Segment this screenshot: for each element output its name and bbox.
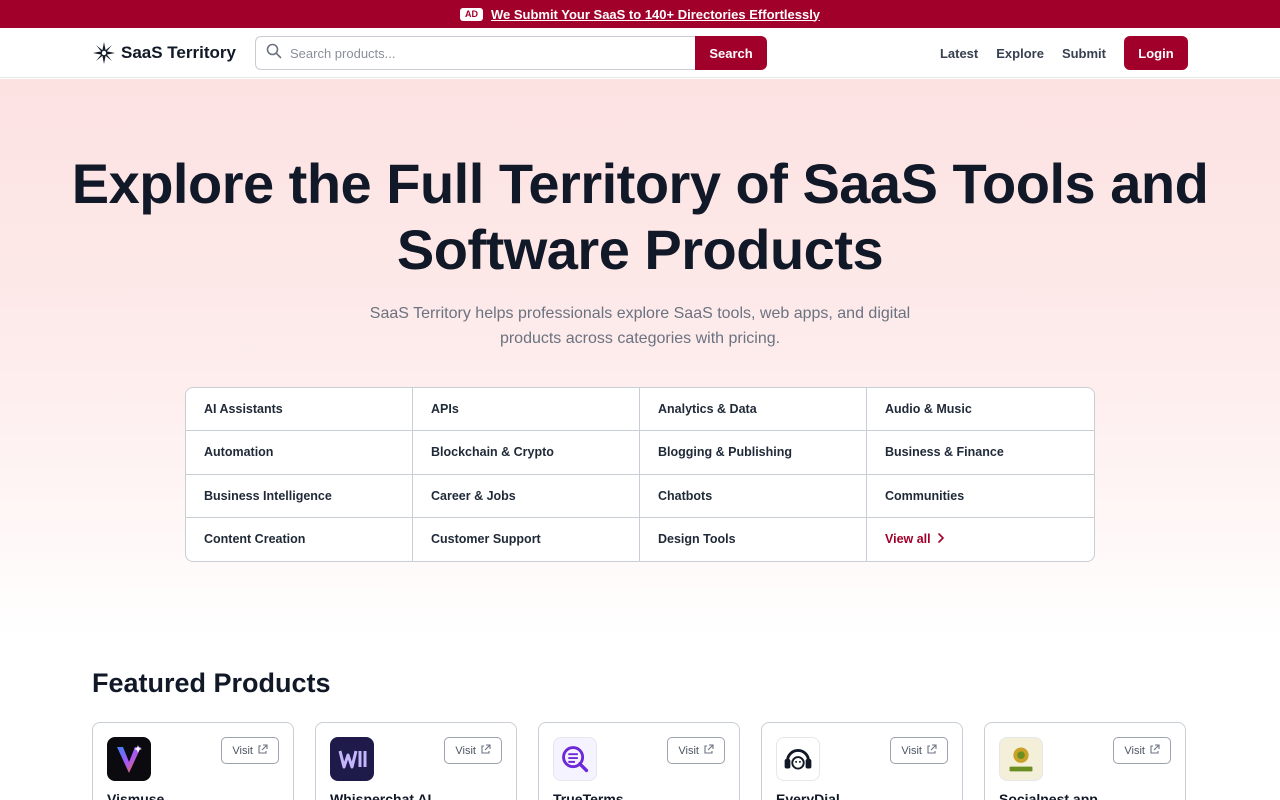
category-blockchain-crypto[interactable]: Blockchain & Crypto [413, 431, 640, 475]
trueterms-logo-icon [553, 737, 597, 781]
product-card[interactable]: Visit Whisperchat AI [315, 722, 517, 800]
visit-button[interactable]: Visit [221, 737, 279, 764]
whisperchat-logo-icon [330, 737, 374, 781]
product-card[interactable]: Visit EveryDial [761, 722, 963, 800]
visit-button[interactable]: Visit [890, 737, 948, 764]
view-all-link[interactable]: View all [867, 518, 1094, 561]
category-analytics-data[interactable]: Analytics & Data [640, 388, 867, 432]
featured-title: Featured Products [92, 668, 331, 698]
ad-badge: AD [459, 7, 483, 21]
visit-button[interactable]: Visit [667, 737, 725, 764]
everydial-logo-icon [776, 737, 820, 781]
ad-banner[interactable]: AD We Submit Your SaaS to 140+ Directori… [0, 0, 1280, 28]
category-communities[interactable]: Communities [867, 475, 1094, 518]
search-icon [266, 43, 282, 64]
category-customer-support[interactable]: Customer Support [413, 517, 640, 561]
external-link-icon [1149, 743, 1160, 758]
hero-subtitle: SaaS Territory helps professionals explo… [369, 305, 911, 347]
starburst-icon [92, 41, 116, 65]
product-card[interactable]: Visit Vismuse [92, 722, 294, 800]
external-link-icon [257, 743, 268, 758]
product-name[interactable]: TrueTerms [553, 791, 624, 800]
featured-products: Visit Vismuse Visit Whisperchat AI Visit… [92, 722, 1186, 800]
nav-submit[interactable]: Submit [1062, 46, 1106, 61]
external-link-icon [926, 743, 937, 758]
category-audio-music[interactable]: Audio & Music [867, 388, 1094, 432]
socialnest-logo-icon [999, 737, 1043, 781]
category-design-tools[interactable]: Design Tools [640, 517, 867, 561]
visit-label: Visit [455, 744, 476, 757]
category-business-intelligence[interactable]: Business Intelligence [186, 474, 413, 518]
product-card[interactable]: Visit TrueTerms [538, 722, 740, 800]
nav-links: Latest Explore Submit Login [922, 36, 1188, 70]
product-name[interactable]: Vismuse [107, 791, 164, 800]
navbar: SaaS Territory Search Latest Explore Sub… [0, 28, 1280, 78]
search-bar: Search [255, 36, 767, 70]
product-name[interactable]: Whisperchat AI [330, 791, 431, 800]
external-link-icon [703, 743, 714, 758]
brand-logo[interactable]: SaaS Territory [92, 41, 236, 65]
product-name[interactable]: EveryDial [776, 791, 840, 800]
category-business-finance[interactable]: Business & Finance [867, 431, 1094, 475]
ad-link[interactable]: We Submit Your SaaS to 140+ Directories … [491, 7, 820, 22]
category-ai-assistants[interactable]: AI Assistants [186, 388, 413, 432]
brand-name: SaaS Territory [121, 42, 236, 62]
nav-explore[interactable]: Explore [996, 46, 1044, 61]
visit-label: Visit [901, 744, 922, 757]
visit-label: Visit [1124, 744, 1145, 757]
category-automation[interactable]: Automation [186, 431, 413, 475]
category-apis[interactable]: APIs [413, 388, 640, 432]
nav-latest[interactable]: Latest [940, 46, 978, 61]
search-input[interactable] [290, 45, 695, 61]
chevron-right-icon [937, 532, 945, 546]
visit-label: Visit [678, 744, 699, 757]
product-card[interactable]: Visit Socialnest.app [984, 722, 1186, 800]
vismuse-logo-icon [107, 737, 151, 781]
category-blogging-publishing[interactable]: Blogging & Publishing [640, 431, 867, 475]
category-grid: AI Assistants APIs Analytics & Data Audi… [185, 387, 1095, 562]
external-link-icon [480, 743, 491, 758]
visit-button[interactable]: Visit [444, 737, 502, 764]
visit-button[interactable]: Visit [1113, 737, 1171, 764]
category-content-creation[interactable]: Content Creation [186, 517, 413, 561]
hero-section: Explore the Full Territory of SaaS Tools… [0, 79, 1280, 639]
search-box [255, 36, 695, 70]
view-all-label: View all [885, 532, 931, 547]
search-button[interactable]: Search [695, 36, 767, 70]
hero-title: Explore the Full Territory of SaaS Tools… [71, 152, 1209, 281]
category-career-jobs[interactable]: Career & Jobs [413, 474, 640, 518]
visit-label: Visit [232, 744, 253, 757]
product-name[interactable]: Socialnest.app [999, 791, 1098, 800]
category-chatbots[interactable]: Chatbots [640, 474, 867, 518]
login-button[interactable]: Login [1124, 36, 1188, 70]
